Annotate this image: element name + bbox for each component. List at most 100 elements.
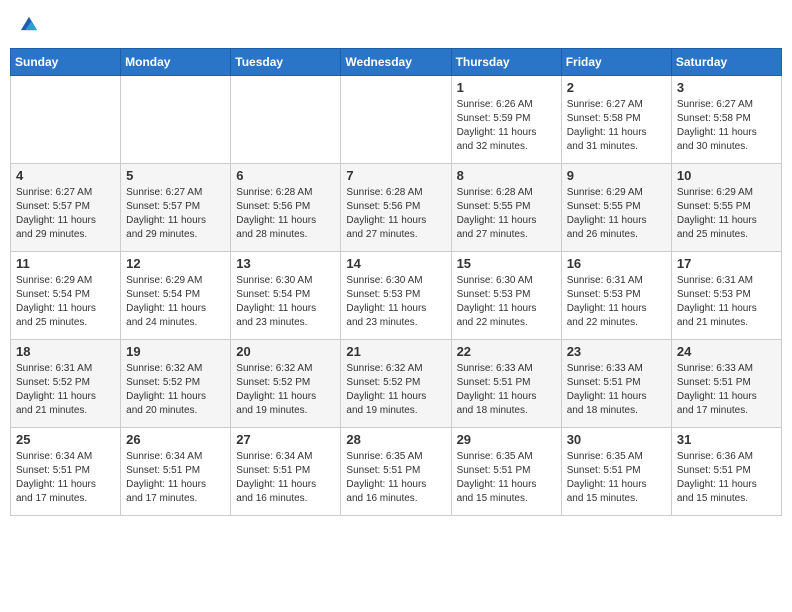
week-row-4: 18 Sunrise: 6:31 AM Sunset: 5:52 PM Dayli… [11, 340, 782, 428]
day-number: 16 [567, 256, 666, 271]
day-number: 2 [567, 80, 666, 95]
header [10, 10, 782, 40]
day-cell: 20Sunrise: 6:32 AM Sunset: 5:52 PM Dayli… [231, 340, 341, 428]
day-number: 7 [346, 168, 445, 183]
day-info: Sunrise: 6:33 AM Sunset: 5:51 PM Dayligh… [677, 362, 776, 418]
day-cell: 17 Sunrise: 6:31 AM Sunset: 5:53 PM Dayli… [671, 252, 781, 340]
day-info: Sunrise: 6:31 AM Sunset: 5:52 PM Dayligh… [16, 362, 115, 418]
day-number: 27 [236, 432, 335, 447]
day-info: Sunrise: 6:27 AM Sunset: 5:58 PM Dayligh… [677, 98, 776, 154]
day-cell: 16 Sunrise: 6:31 AM Sunset: 5:53 PM Dayli… [561, 252, 671, 340]
day-cell: 26Sunrise: 6:34 AM Sunset: 5:51 PM Dayli… [121, 428, 231, 516]
day-cell: 23 Sunrise: 6:33 AM Sunset: 5:51 PM Dayli… [561, 340, 671, 428]
day-number: 1 [457, 80, 556, 95]
day-header-sunday: Sunday [11, 49, 121, 76]
day-cell: 10 Sunrise: 6:29 AM Sunset: 5:55 PM Dayli… [671, 164, 781, 252]
day-info: Sunrise: 6:35 AM Sunset: 5:51 PM Dayligh… [457, 450, 556, 506]
day-cell: 27 Sunrise: 6:34 AM Sunset: 5:51 PM Dayli… [231, 428, 341, 516]
day-number: 22 [457, 344, 556, 359]
day-header-friday: Friday [561, 49, 671, 76]
day-cell: 15 Sunrise: 6:30 AM Sunset: 5:53 PM Dayli… [451, 252, 561, 340]
day-number: 10 [677, 168, 776, 183]
day-cell: 24 Sunrise: 6:33 AM Sunset: 5:51 PM Dayli… [671, 340, 781, 428]
day-info: Sunrise: 6:31 AM Sunset: 5:53 PM Dayligh… [567, 274, 666, 330]
day-number: 11 [16, 256, 115, 271]
day-number: 30 [567, 432, 666, 447]
day-cell: 2Sunrise: 6:27 AM Sunset: 5:58 PM Daylig… [561, 76, 671, 164]
day-info: Sunrise: 6:32 AM Sunset: 5:52 PM Dayligh… [126, 362, 225, 418]
day-cell: 4 Sunrise: 6:27 AM Sunset: 5:57 PM Daylig… [11, 164, 121, 252]
day-number: 17 [677, 256, 776, 271]
day-cell: 8Sunrise: 6:28 AM Sunset: 5:55 PM Daylig… [451, 164, 561, 252]
day-cell [11, 76, 121, 164]
day-cell: 11 Sunrise: 6:29 AM Sunset: 5:54 PM Dayli… [11, 252, 121, 340]
day-cell: 19 Sunrise: 6:32 AM Sunset: 5:52 PM Dayli… [121, 340, 231, 428]
day-info: Sunrise: 6:28 AM Sunset: 5:56 PM Dayligh… [236, 186, 335, 242]
logo [18, 14, 44, 36]
day-number: 3 [677, 80, 776, 95]
day-number: 5 [126, 168, 225, 183]
logo-icon [18, 14, 40, 36]
day-info: Sunrise: 6:29 AM Sunset: 5:55 PM Dayligh… [677, 186, 776, 242]
day-cell [231, 76, 341, 164]
day-cell: 21 Sunrise: 6:32 AM Sunset: 5:52 PM Dayli… [341, 340, 451, 428]
day-number: 23 [567, 344, 666, 359]
day-info: Sunrise: 6:29 AM Sunset: 5:54 PM Dayligh… [16, 274, 115, 330]
day-info: Sunrise: 6:36 AM Sunset: 5:51 PM Dayligh… [677, 450, 776, 506]
day-cell [121, 76, 231, 164]
day-info: Sunrise: 6:29 AM Sunset: 5:54 PM Dayligh… [126, 274, 225, 330]
day-cell: 31 Sunrise: 6:36 AM Sunset: 5:51 PM Dayli… [671, 428, 781, 516]
day-number: 9 [567, 168, 666, 183]
day-info: Sunrise: 6:30 AM Sunset: 5:53 PM Dayligh… [457, 274, 556, 330]
day-cell: 14 Sunrise: 6:30 AM Sunset: 5:53 PM Dayli… [341, 252, 451, 340]
day-number: 20 [236, 344, 335, 359]
day-cell: 1Sunrise: 6:26 AM Sunset: 5:59 PM Daylig… [451, 76, 561, 164]
day-number: 24 [677, 344, 776, 359]
day-number: 18 [16, 344, 115, 359]
week-row-3: 11 Sunrise: 6:29 AM Sunset: 5:54 PM Dayli… [11, 252, 782, 340]
day-number: 15 [457, 256, 556, 271]
week-row-1: 1Sunrise: 6:26 AM Sunset: 5:59 PM Daylig… [11, 76, 782, 164]
days-header-row: SundayMondayTuesdayWednesdayThursdayFrid… [11, 49, 782, 76]
day-info: Sunrise: 6:30 AM Sunset: 5:53 PM Dayligh… [346, 274, 445, 330]
day-info: Sunrise: 6:31 AM Sunset: 5:53 PM Dayligh… [677, 274, 776, 330]
day-cell: 25Sunrise: 6:34 AM Sunset: 5:51 PM Dayli… [11, 428, 121, 516]
day-info: Sunrise: 6:34 AM Sunset: 5:51 PM Dayligh… [126, 450, 225, 506]
day-number: 21 [346, 344, 445, 359]
day-cell: 18 Sunrise: 6:31 AM Sunset: 5:52 PM Dayli… [11, 340, 121, 428]
day-info: Sunrise: 6:29 AM Sunset: 5:55 PM Dayligh… [567, 186, 666, 242]
day-info: Sunrise: 6:33 AM Sunset: 5:51 PM Dayligh… [567, 362, 666, 418]
day-cell: 13 Sunrise: 6:30 AM Sunset: 5:54 PM Dayli… [231, 252, 341, 340]
day-header-tuesday: Tuesday [231, 49, 341, 76]
day-header-wednesday: Wednesday [341, 49, 451, 76]
day-cell: 29 Sunrise: 6:35 AM Sunset: 5:51 PM Dayli… [451, 428, 561, 516]
day-number: 19 [126, 344, 225, 359]
day-info: Sunrise: 6:28 AM Sunset: 5:56 PM Dayligh… [346, 186, 445, 242]
day-number: 29 [457, 432, 556, 447]
day-info: Sunrise: 6:34 AM Sunset: 5:51 PM Dayligh… [236, 450, 335, 506]
day-header-saturday: Saturday [671, 49, 781, 76]
day-cell [341, 76, 451, 164]
day-number: 12 [126, 256, 225, 271]
day-cell: 9 Sunrise: 6:29 AM Sunset: 5:55 PM Daylig… [561, 164, 671, 252]
day-cell: 30 Sunrise: 6:35 AM Sunset: 5:51 PM Dayli… [561, 428, 671, 516]
day-cell: 7 Sunrise: 6:28 AM Sunset: 5:56 PM Daylig… [341, 164, 451, 252]
day-header-monday: Monday [121, 49, 231, 76]
day-cell: 28 Sunrise: 6:35 AM Sunset: 5:51 PM Dayli… [341, 428, 451, 516]
day-number: 31 [677, 432, 776, 447]
week-row-2: 4 Sunrise: 6:27 AM Sunset: 5:57 PM Daylig… [11, 164, 782, 252]
day-number: 14 [346, 256, 445, 271]
day-cell: 5 Sunrise: 6:27 AM Sunset: 5:57 PM Daylig… [121, 164, 231, 252]
day-number: 4 [16, 168, 115, 183]
day-info: Sunrise: 6:30 AM Sunset: 5:54 PM Dayligh… [236, 274, 335, 330]
day-info: Sunrise: 6:35 AM Sunset: 5:51 PM Dayligh… [346, 450, 445, 506]
day-cell: 3 Sunrise: 6:27 AM Sunset: 5:58 PM Daylig… [671, 76, 781, 164]
day-info: Sunrise: 6:27 AM Sunset: 5:57 PM Dayligh… [16, 186, 115, 242]
day-info: Sunrise: 6:33 AM Sunset: 5:51 PM Dayligh… [457, 362, 556, 418]
day-number: 28 [346, 432, 445, 447]
day-info: Sunrise: 6:27 AM Sunset: 5:57 PM Dayligh… [126, 186, 225, 242]
day-info: Sunrise: 6:32 AM Sunset: 5:52 PM Dayligh… [346, 362, 445, 418]
day-info: Sunrise: 6:35 AM Sunset: 5:51 PM Dayligh… [567, 450, 666, 506]
day-info: Sunrise: 6:34 AM Sunset: 5:51 PM Dayligh… [16, 450, 115, 506]
day-number: 13 [236, 256, 335, 271]
